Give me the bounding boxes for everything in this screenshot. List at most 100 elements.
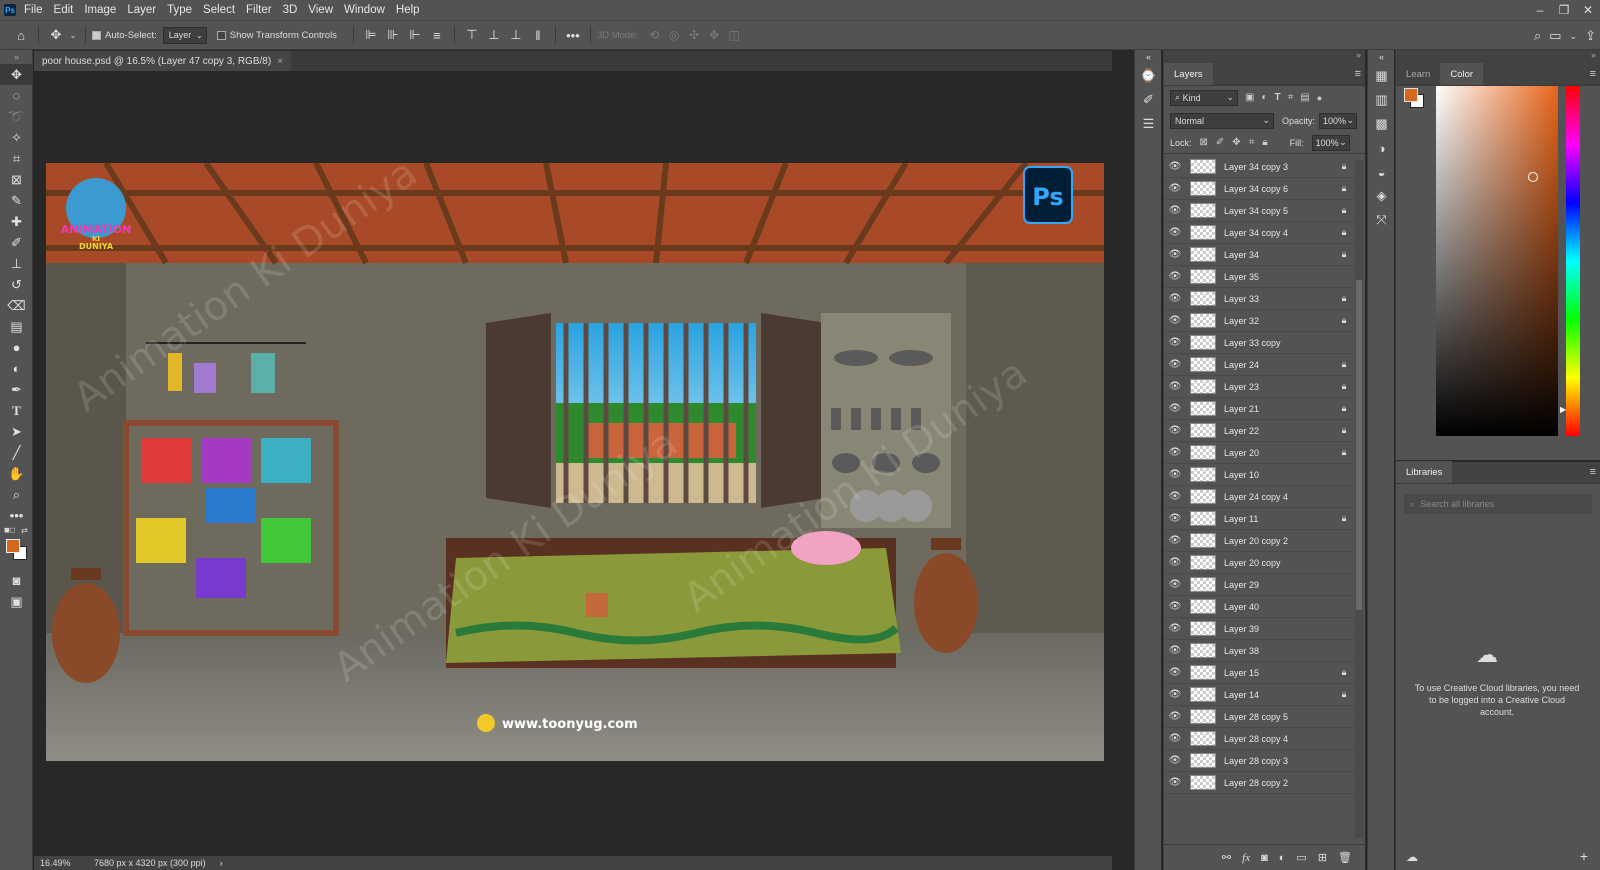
delete-layer-icon[interactable]: 🗑︎ [1338,851,1352,864]
tab-layers[interactable]: Layers [1164,63,1213,85]
brush-settings-icon[interactable]: ✐ [1135,88,1162,112]
menu-3d[interactable]: 3D [283,4,298,16]
adjustments-icon[interactable]: ◑ [1368,136,1395,160]
visibility-eye-icon[interactable]: 👁︎ [1164,315,1186,326]
tab-color[interactable]: Color [1440,63,1484,85]
distribute-icon[interactable]: ≡ [426,28,448,43]
visibility-eye-icon[interactable]: 👁︎ [1164,359,1186,370]
menu-filter[interactable]: Filter [246,4,272,16]
align-bottom-icon[interactable]: ⊥ [505,27,527,43]
layer-row[interactable]: 👁︎ Layer 40 [1164,596,1354,618]
menu-select[interactable]: Select [203,4,235,16]
foreground-color-chip[interactable] [1404,88,1418,102]
fill-input[interactable]: 100% ⌄ [1311,134,1350,151]
restore-button[interactable]: ❐ [1552,3,1576,17]
layer-name[interactable]: Layer 34 copy 4 [1224,228,1334,238]
layer-row[interactable]: 👁︎ Layer 24 copy 4 [1164,486,1354,508]
layer-name[interactable]: Layer 34 copy 5 [1224,206,1334,216]
chevron-down-icon[interactable]: ⌄ [67,31,79,40]
layer-name[interactable]: Layer 34 copy 3 [1224,162,1334,172]
frame-tool-icon[interactable]: ⊠ [0,169,33,190]
visibility-eye-icon[interactable]: 👁︎ [1164,249,1186,260]
layers-scrollbar[interactable] [1355,160,1363,838]
hue-slider-marker[interactable]: ▶ [1560,405,1566,414]
document-info[interactable]: 7680 px x 4320 px (300 ppi) [94,858,206,868]
home-icon[interactable]: ⌂ [10,28,32,43]
visibility-eye-icon[interactable]: 👁︎ [1164,645,1186,656]
styles-icon[interactable]: ◒ [1368,160,1395,184]
layer-row[interactable]: 👁︎ Layer 38 [1164,640,1354,662]
visibility-eye-icon[interactable]: 👁︎ [1164,623,1186,634]
menu-layer[interactable]: Layer [127,4,156,16]
layer-row[interactable]: 👁︎ Layer 34 🔒︎ [1164,244,1354,266]
layer-name[interactable]: Layer 39 [1224,624,1334,634]
type-filter-icon[interactable]: T [1275,92,1281,103]
align-right-icon[interactable]: ⊩ [404,27,426,43]
layer-row[interactable]: 👁︎ Layer 34 copy 5 🔒︎ [1164,200,1354,222]
layer-row[interactable]: 👁︎ Layer 28 copy 4 [1164,728,1354,750]
workspace-icon[interactable]: ▭ [1549,28,1561,44]
layer-name[interactable]: Layer 24 copy 4 [1224,492,1334,502]
close-window-button[interactable]: ✕ [1576,3,1600,17]
align-top-icon[interactable]: ⊤ [461,27,483,43]
menu-edit[interactable]: Edit [54,4,74,16]
color-swatches[interactable]: ◼◻ ⇄ [0,526,32,570]
color-spectrum-field[interactable] [1436,86,1558,436]
visibility-eye-icon[interactable]: 👁︎ [1164,535,1186,546]
menu-view[interactable]: View [308,4,333,16]
magic-wand-tool-icon[interactable]: ✧ [0,127,33,148]
layer-row[interactable]: 👁︎ Layer 34 copy 6 🔒︎ [1164,178,1354,200]
layer-name[interactable]: Layer 11 [1224,514,1334,524]
auto-select-checkbox[interactable] [92,30,101,40]
layer-name[interactable]: Layer 24 [1224,360,1334,370]
layer-name[interactable]: Layer 33 copy [1224,338,1334,348]
menu-window[interactable]: Window [344,4,385,16]
layer-row[interactable]: 👁︎ Layer 14 🔒︎ [1164,684,1354,706]
menu-image[interactable]: Image [84,4,116,16]
layer-row[interactable]: 👁︎ Layer 28 copy 5 [1164,706,1354,728]
distribute-vertical-icon[interactable]: ‖ [527,28,549,43]
visibility-eye-icon[interactable]: 👁︎ [1164,777,1186,788]
layer-name[interactable]: Layer 33 [1224,294,1334,304]
tab-learn[interactable]: Learn [1396,63,1440,85]
path-selection-tool-icon[interactable]: ➤ [0,421,33,442]
link-layers-icon[interactable]: ⚯ [1222,851,1231,864]
adjustment-filter-icon[interactable]: ◐ [1261,92,1267,103]
history-brush-tool-icon[interactable]: ↺ [0,274,33,295]
cloud-sync-icon[interactable]: ☁ [1406,850,1418,864]
add-mask-icon[interactable]: ◙ [1261,852,1268,864]
layer-row[interactable]: 👁︎ Layer 28 copy 3 [1164,750,1354,772]
layer-row[interactable]: 👁︎ Layer 29 [1164,574,1354,596]
layer-name[interactable]: Layer 34 copy 6 [1224,184,1334,194]
visibility-eye-icon[interactable]: 👁︎ [1164,183,1186,194]
layer-row[interactable]: 👁︎ Layer 20 🔒︎ [1164,442,1354,464]
visibility-eye-icon[interactable]: 👁︎ [1164,733,1186,744]
layer-name[interactable]: Layer 28 copy 3 [1224,756,1334,766]
visibility-eye-icon[interactable]: 👁︎ [1164,381,1186,392]
smart-object-filter-icon[interactable]: ▤ [1300,92,1309,103]
collapse-icon[interactable]: » [1164,50,1365,64]
blur-tool-icon[interactable]: ● [0,337,33,358]
layer-row[interactable]: 👁︎ Layer 35 [1164,266,1354,288]
new-group-icon[interactable]: ▭ [1296,851,1306,864]
swap-colors-icon[interactable]: ⇄ [21,526,28,535]
minimize-button[interactable]: – [1528,3,1552,17]
foreground-color-swatch[interactable] [6,539,20,553]
layer-name[interactable]: Layer 20 [1224,448,1334,458]
visibility-eye-icon[interactable]: 👁︎ [1164,271,1186,282]
layer-row[interactable]: 👁︎ Layer 20 copy 2 [1164,530,1354,552]
visibility-eye-icon[interactable]: 👁︎ [1164,557,1186,568]
collapse-toolbar-icon[interactable]: » [0,50,33,64]
collapse-icon[interactable]: « [1368,50,1395,64]
dodge-tool-icon[interactable]: ◐ [0,358,33,379]
collapse-icon[interactable]: » [1396,50,1600,64]
layer-name[interactable]: Layer 23 [1224,382,1334,392]
visibility-eye-icon[interactable]: 👁︎ [1164,711,1186,722]
healing-brush-tool-icon[interactable]: ✚ [0,211,33,232]
patterns-icon[interactable]: ▩ [1368,112,1395,136]
visibility-eye-icon[interactable]: 👁︎ [1164,447,1186,458]
align-center-icon[interactable]: ⊪ [382,27,404,43]
line-tool-icon[interactable]: ╱ [0,442,33,463]
fx-icon[interactable]: fx [1242,852,1250,864]
library-search-field[interactable]: ⌕ Search all libraries [1404,494,1592,514]
